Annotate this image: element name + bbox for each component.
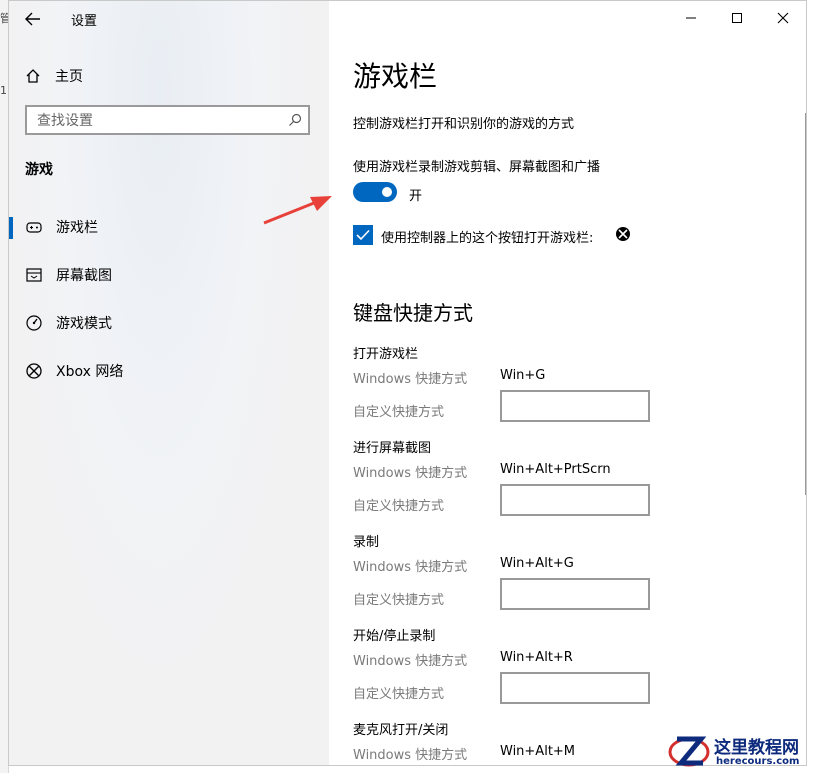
game-bar-toggle[interactable]: [353, 182, 397, 202]
shortcut-title: 开始/停止录制: [353, 629, 436, 644]
toggle-state-label: 开: [409, 189, 423, 204]
background-fragment: 1: [0, 84, 7, 97]
windows-shortcut-label: Windows 快捷方式: [353, 748, 468, 763]
game-bar-icon: [26, 222, 42, 233]
sidebar-item-label: 游戏模式: [56, 316, 112, 332]
custom-shortcut-label: 自定义快捷方式: [353, 405, 445, 420]
sidebar-item-label: 屏幕截图: [56, 268, 112, 284]
windows-shortcut-value: Win+Alt+PrtScrn: [500, 462, 611, 477]
back-button[interactable]: [21, 7, 45, 31]
title-bar: 设置: [9, 1, 329, 37]
settings-window: 设置 主页 游戏 游戏栏: [8, 0, 807, 766]
toggle-caption: 使用游戏栏录制游戏剪辑、屏幕截图和广播: [353, 160, 601, 175]
custom-shortcut-label: 自定义快捷方式: [353, 687, 445, 702]
search-input[interactable]: [35, 111, 279, 131]
windows-shortcut-value: Win+G: [500, 368, 546, 383]
game-mode-icon: [26, 315, 42, 331]
shortcut-title: 进行屏幕截图: [353, 441, 432, 456]
controller-button-checkbox[interactable]: [353, 225, 373, 245]
watermark-title: 这里教程网: [714, 738, 799, 758]
custom-shortcut-input[interactable]: [500, 390, 650, 422]
section-heading: 游戏: [25, 162, 53, 178]
shortcut-title: 麦克风打开/关闭: [353, 723, 449, 738]
nav-home-label: 主页: [55, 69, 83, 85]
xbox-icon: [616, 227, 630, 241]
page-description: 控制游戏栏打开和识别你的游戏的方式: [353, 117, 575, 132]
back-arrow-icon: [25, 12, 40, 26]
nav-home[interactable]: 主页: [25, 65, 83, 87]
minimize-icon: [686, 17, 696, 19]
main-content: 游戏栏 控制游戏栏打开和识别你的游戏的方式 使用游戏栏录制游戏剪辑、屏幕截图和广…: [329, 1, 806, 765]
scrollbar[interactable]: [805, 113, 806, 495]
sidebar-item-label: 游戏栏: [56, 220, 98, 236]
windows-shortcut-label: Windows 快捷方式: [353, 654, 468, 669]
close-button[interactable]: [760, 1, 806, 35]
custom-shortcut-input[interactable]: [500, 578, 650, 610]
close-icon: [777, 12, 789, 24]
checkbox-label: 使用控制器上的这个按钮打开游戏栏:: [381, 231, 594, 246]
sidebar: 设置 主页 游戏 游戏栏: [9, 1, 329, 765]
maximize-icon: [732, 13, 742, 23]
page-title: 游戏栏: [353, 60, 438, 93]
annotation-arrow: [263, 196, 332, 225]
windows-shortcut-value: Win+Alt+G: [500, 556, 574, 571]
custom-shortcut-input[interactable]: [500, 672, 650, 704]
windows-shortcut-value: Win+Alt+R: [500, 650, 573, 665]
windows-shortcut-label: Windows 快捷方式: [353, 560, 468, 575]
search-icon: [289, 113, 302, 126]
windows-shortcut-label: Windows 快捷方式: [353, 372, 468, 387]
window-controls: [668, 1, 806, 35]
search-box[interactable]: [25, 105, 310, 135]
checkmark-icon: [356, 229, 370, 241]
z-logo-icon: [668, 736, 710, 767]
toggle-knob: [382, 187, 392, 197]
shortcut-title: 录制: [353, 535, 380, 550]
watermark-url: herecours.com: [716, 756, 800, 767]
windows-shortcut-value: Win+Alt+M: [500, 744, 576, 759]
xbox-icon: [26, 363, 42, 379]
sidebar-item-game-mode[interactable]: 游戏模式: [9, 305, 329, 341]
site-watermark: 这里教程网 herecours.com: [664, 727, 813, 773]
maximize-button[interactable]: [714, 1, 760, 35]
app-title: 设置: [71, 14, 98, 29]
custom-shortcut-label: 自定义快捷方式: [353, 499, 445, 514]
sidebar-item-xbox-network[interactable]: Xbox 网络: [9, 353, 329, 389]
captures-icon: [26, 268, 42, 282]
keyboard-shortcuts-title: 键盘快捷方式: [353, 301, 473, 325]
home-icon: [26, 69, 40, 83]
custom-shortcut-input[interactable]: [500, 484, 650, 516]
sidebar-item-label: Xbox 网络: [56, 364, 124, 380]
custom-shortcut-label: 自定义快捷方式: [353, 593, 445, 608]
sidebar-item-captures[interactable]: 屏幕截图: [9, 257, 329, 293]
minimize-button[interactable]: [668, 1, 714, 35]
windows-shortcut-label: Windows 快捷方式: [353, 466, 468, 481]
shortcut-title: 打开游戏栏: [353, 347, 419, 362]
